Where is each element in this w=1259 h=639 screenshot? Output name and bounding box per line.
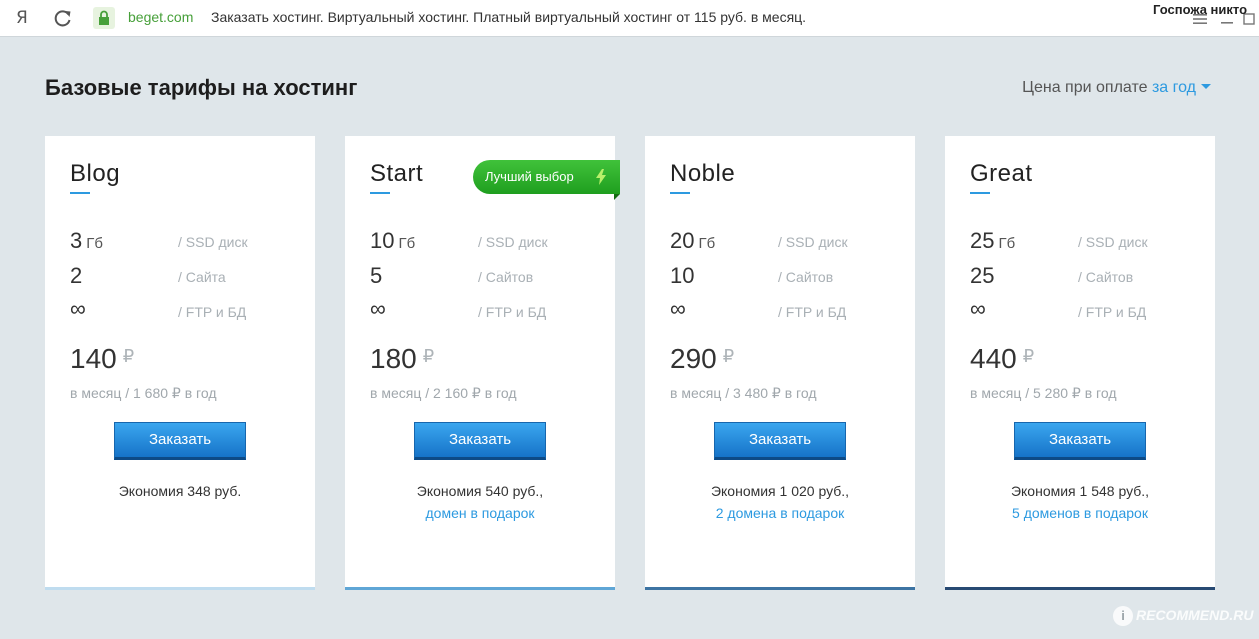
sites-label: / Сайта	[178, 269, 226, 285]
secure-lock-icon[interactable]	[93, 7, 115, 29]
sites-count: 2	[70, 263, 83, 288]
card-bottom-border	[945, 587, 1215, 590]
disk-value: 10	[370, 228, 395, 253]
ftp-label: / FTP и БД	[778, 304, 847, 320]
savings-text: Экономия 1 020 руб.,	[710, 483, 850, 499]
plan-card-great: Great 25 Гб / SSD диск 25 / Сайтов ∞ / FT…	[945, 136, 1215, 590]
price-note: в месяц / 1 680 ₽ в год	[70, 385, 217, 401]
disk-unit: Гб	[698, 235, 716, 252]
watermark-text: RECOMMEND.RU	[1136, 607, 1254, 623]
page-title: Базовые тарифы на хостинг	[45, 75, 358, 100]
disk-label: / SSD диск	[1078, 234, 1148, 250]
lightning-icon	[596, 169, 606, 185]
browser-profile-name[interactable]: Госпожа никто	[1153, 2, 1247, 17]
yandex-logo[interactable]: Я	[16, 8, 28, 28]
ftp-count: ∞	[970, 296, 986, 321]
ftp-label: / FTP и БД	[478, 304, 547, 320]
price-note: в месяц / 2 160 ₽ в год	[370, 385, 517, 401]
gift-link[interactable]: 2 домена в подарок	[645, 505, 915, 521]
disk-label: / SSD диск	[778, 234, 848, 250]
price-period-selector: Цена при оплате за год	[1022, 79, 1211, 97]
savings-text: Экономия 1 548 руб.,	[1010, 483, 1150, 499]
address-bar[interactable]: beget.com Заказать хостинг. Виртуальный …	[91, 4, 1221, 32]
price: 440 ₽	[970, 343, 1034, 375]
watermark-badge: i	[1113, 606, 1133, 626]
ftp-count: ∞	[370, 296, 386, 321]
address-page-title: Заказать хостинг. Виртуальный хостинг. П…	[211, 9, 807, 25]
disk-unit: Гб	[398, 235, 416, 252]
price-amount: 140	[70, 343, 117, 374]
plan-card-blog: Blog 3 Гб / SSD диск 2 / Сайта ∞ / FTP и …	[45, 136, 315, 590]
plan-name: Great	[970, 160, 1033, 187]
watermark: i RECOMMEND.RU	[1113, 606, 1253, 630]
order-button[interactable]: Заказать	[114, 422, 246, 460]
disk-unit: Гб	[86, 235, 103, 252]
price: 290 ₽	[670, 343, 734, 375]
order-button[interactable]: Заказать	[414, 422, 546, 460]
reload-icon[interactable]	[53, 8, 73, 28]
disk-value: 20	[670, 228, 695, 253]
plan-name: Start	[370, 160, 424, 187]
currency-sign: ₽	[422, 346, 435, 366]
disk-unit: Гб	[998, 235, 1016, 252]
ftp-count: ∞	[670, 296, 686, 321]
price-period-prefix: Цена при оплате	[1022, 79, 1148, 96]
chevron-down-icon	[1201, 84, 1211, 89]
disk-size: 3 Гб	[70, 228, 103, 254]
plan-name: Blog	[70, 160, 121, 187]
name-underline	[670, 192, 690, 194]
disk-label: / SSD диск	[478, 234, 548, 250]
card-bottom-border	[645, 587, 915, 590]
sites-label: / Сайтов	[778, 269, 834, 285]
price: 140 ₽	[70, 343, 134, 375]
ftp-label: / FTP и БД	[178, 304, 247, 320]
sites-count: 10	[670, 263, 695, 288]
ftp-label: / FTP и БД	[1078, 304, 1147, 320]
price: 180 ₽	[370, 343, 434, 375]
browser-toolbar: Я beget.com Заказать хостинг. Виртуальны…	[0, 0, 1259, 37]
disk-value: 25	[970, 228, 995, 253]
plan-card-start: Start Лучший выбор 10 Гб / SSD диск 5 / С…	[345, 136, 620, 590]
sites-label: / Сайтов	[1078, 269, 1134, 285]
name-underline	[70, 192, 90, 194]
best-choice-badge: Лучший выбор	[473, 160, 620, 200]
price-note: в месяц / 5 280 ₽ в год	[970, 385, 1117, 401]
price-amount: 290	[670, 343, 717, 374]
disk-value: 3	[70, 228, 83, 253]
name-underline	[970, 192, 990, 194]
currency-sign: ₽	[722, 346, 735, 366]
ftp-count: ∞	[70, 296, 86, 321]
sites-label: / Сайтов	[478, 269, 534, 285]
address-domain: beget.com	[128, 9, 194, 25]
sites-count: 5	[370, 263, 383, 288]
currency-sign: ₽	[1022, 346, 1035, 366]
disk-size: 10 Гб	[370, 228, 415, 254]
price-amount: 440	[970, 343, 1017, 374]
plan-name: Noble	[670, 160, 736, 187]
order-button[interactable]: Заказать	[1014, 422, 1146, 460]
gift-link[interactable]: 5 доменов в подарок	[945, 505, 1215, 521]
savings-text: Экономия 540 руб.,	[416, 483, 544, 499]
order-button[interactable]: Заказать	[714, 422, 846, 460]
best-choice-label: Лучший выбор	[485, 169, 574, 184]
savings-text: Экономия 348 руб.	[118, 483, 242, 499]
price-amount: 180	[370, 343, 417, 374]
plan-card-noble: Noble 20 Гб / SSD диск 10 / Сайтов ∞ / FT…	[645, 136, 915, 590]
price-note: в месяц / 3 480 ₽ в год	[670, 385, 817, 401]
currency-sign: ₽	[122, 346, 135, 366]
gift-link[interactable]: домен в подарок	[345, 505, 615, 521]
period-dropdown-label: за год	[1151, 79, 1196, 96]
sites-count: 25	[970, 263, 995, 288]
name-underline	[370, 192, 390, 194]
disk-size: 20 Гб	[670, 228, 715, 254]
card-bottom-border	[345, 587, 615, 590]
period-dropdown[interactable]: за год	[1152, 79, 1211, 96]
ribbon-fold	[614, 194, 620, 200]
card-bottom-border	[45, 587, 315, 590]
disk-label: / SSD диск	[178, 234, 248, 250]
disk-size: 25 Гб	[970, 228, 1015, 254]
